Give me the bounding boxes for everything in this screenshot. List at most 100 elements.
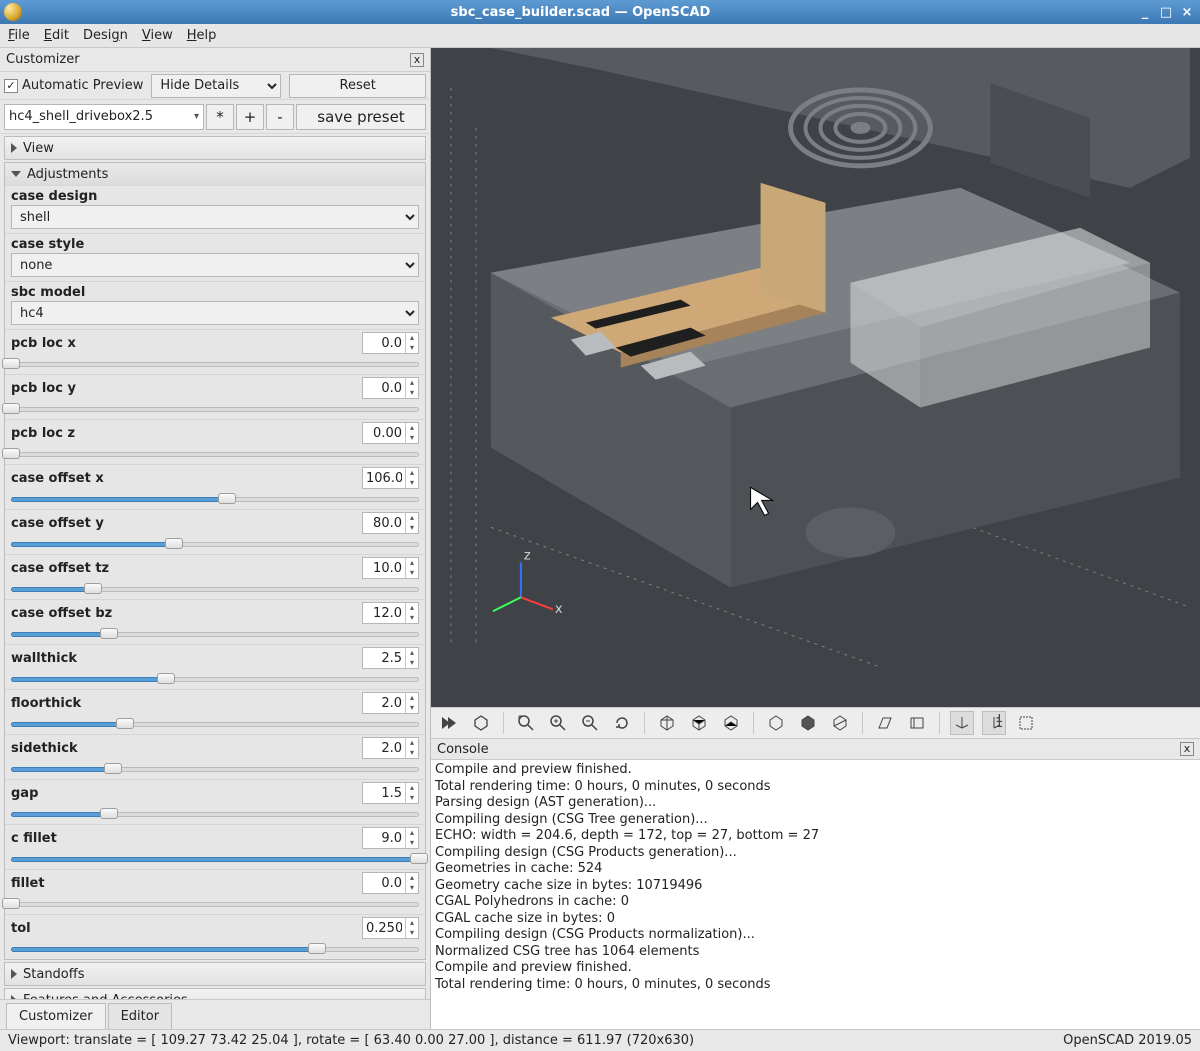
field-input-cfillet[interactable] bbox=[363, 828, 405, 848]
spin-up-icon[interactable]: ▴ bbox=[406, 423, 418, 433]
field-spinner-case_off_y[interactable]: ▴▾ bbox=[362, 512, 419, 534]
field-slider-pcb_loc_y[interactable] bbox=[11, 401, 419, 417]
3d-viewport[interactable]: z x bbox=[431, 48, 1200, 707]
preset-select[interactable]: hc4_shell_drivebox2.5 ▾ bbox=[4, 104, 204, 130]
field-select-sbc_model[interactable]: hc4 bbox=[11, 301, 419, 325]
field-slider-cfillet[interactable] bbox=[11, 851, 419, 867]
window-minimize-button[interactable]: _ bbox=[1136, 3, 1154, 21]
view-top-icon[interactable] bbox=[687, 711, 711, 735]
spin-up-icon[interactable]: ▴ bbox=[406, 693, 418, 703]
zoom-in-icon[interactable] bbox=[546, 711, 570, 735]
view-back-icon[interactable] bbox=[828, 711, 852, 735]
field-input-tol[interactable] bbox=[363, 918, 405, 938]
menu-edit[interactable]: Edit bbox=[44, 28, 69, 43]
preset-remove-button[interactable]: - bbox=[266, 104, 294, 130]
spin-up-icon[interactable]: ▴ bbox=[406, 378, 418, 388]
spin-up-icon[interactable]: ▴ bbox=[406, 468, 418, 478]
field-spinner-fillet[interactable]: ▴▾ bbox=[362, 872, 419, 894]
field-select-case_style[interactable]: none bbox=[11, 253, 419, 277]
section-adjustments-header[interactable]: Adjustments bbox=[5, 163, 425, 185]
spin-down-icon[interactable]: ▾ bbox=[406, 793, 418, 803]
spin-up-icon[interactable]: ▴ bbox=[406, 513, 418, 523]
field-spinner-pcb_loc_z[interactable]: ▴▾ bbox=[362, 422, 419, 444]
spin-down-icon[interactable]: ▾ bbox=[406, 928, 418, 938]
field-input-sidethick[interactable] bbox=[363, 738, 405, 758]
preview-icon[interactable] bbox=[437, 711, 461, 735]
spin-down-icon[interactable]: ▾ bbox=[406, 658, 418, 668]
field-input-gap[interactable] bbox=[363, 783, 405, 803]
field-spinner-pcb_loc_y[interactable]: ▴▾ bbox=[362, 377, 419, 399]
view-right-icon[interactable] bbox=[655, 711, 679, 735]
window-maximize-button[interactable]: □ bbox=[1157, 3, 1175, 21]
spin-up-icon[interactable]: ▴ bbox=[406, 873, 418, 883]
field-slider-fillet[interactable] bbox=[11, 896, 419, 912]
spin-up-icon[interactable]: ▴ bbox=[406, 603, 418, 613]
field-slider-case_off_bz[interactable] bbox=[11, 626, 419, 642]
field-spinner-case_off_tz[interactable]: ▴▾ bbox=[362, 557, 419, 579]
spin-up-icon[interactable]: ▴ bbox=[406, 918, 418, 928]
spin-down-icon[interactable]: ▾ bbox=[406, 478, 418, 488]
field-input-pcb_loc_z[interactable] bbox=[363, 423, 405, 443]
console-output[interactable]: Compile and preview finished.Total rende… bbox=[431, 759, 1200, 1029]
spin-up-icon[interactable]: ▴ bbox=[406, 738, 418, 748]
section-standoffs-header[interactable]: Standoffs bbox=[5, 963, 425, 985]
field-slider-pcb_loc_z[interactable] bbox=[11, 446, 419, 462]
section-view-header[interactable]: View bbox=[5, 137, 425, 159]
view-bottom-icon[interactable] bbox=[719, 711, 743, 735]
spin-up-icon[interactable]: ▴ bbox=[406, 648, 418, 658]
spin-down-icon[interactable]: ▾ bbox=[406, 388, 418, 398]
preset-add-button[interactable]: + bbox=[236, 104, 264, 130]
field-spinner-pcb_loc_x[interactable]: ▴▾ bbox=[362, 332, 419, 354]
field-spinner-floorthick[interactable]: ▴▾ bbox=[362, 692, 419, 714]
spin-up-icon[interactable]: ▴ bbox=[406, 828, 418, 838]
spin-down-icon[interactable]: ▾ bbox=[406, 568, 418, 578]
spin-down-icon[interactable]: ▾ bbox=[406, 343, 418, 353]
save-preset-button[interactable]: save preset bbox=[296, 104, 426, 130]
field-input-case_off_x[interactable] bbox=[363, 468, 405, 488]
field-slider-floorthick[interactable] bbox=[11, 716, 419, 732]
field-spinner-case_off_bz[interactable]: ▴▾ bbox=[362, 602, 419, 624]
tab-editor[interactable]: Editor bbox=[108, 1003, 172, 1029]
field-input-case_off_bz[interactable] bbox=[363, 603, 405, 623]
field-slider-tol[interactable] bbox=[11, 941, 419, 957]
tab-customizer[interactable]: Customizer bbox=[6, 1003, 106, 1029]
auto-preview-checkbox[interactable]: ✓ bbox=[4, 79, 18, 93]
spin-down-icon[interactable]: ▾ bbox=[406, 883, 418, 893]
field-input-pcb_loc_y[interactable] bbox=[363, 378, 405, 398]
view-front-icon[interactable] bbox=[796, 711, 820, 735]
field-input-pcb_loc_x[interactable] bbox=[363, 333, 405, 353]
field-spinner-cfillet[interactable]: ▴▾ bbox=[362, 827, 419, 849]
reset-view-icon[interactable] bbox=[610, 711, 634, 735]
spin-down-icon[interactable]: ▾ bbox=[406, 748, 418, 758]
field-slider-wallthick[interactable] bbox=[11, 671, 419, 687]
menu-help[interactable]: Help bbox=[187, 28, 217, 43]
field-input-fillet[interactable] bbox=[363, 873, 405, 893]
field-slider-pcb_loc_x[interactable] bbox=[11, 356, 419, 372]
field-spinner-tol[interactable]: ▴▾ bbox=[362, 917, 419, 939]
field-slider-case_off_tz[interactable] bbox=[11, 581, 419, 597]
show-scale-icon[interactable]: 110 bbox=[982, 711, 1006, 735]
show-axes-icon[interactable] bbox=[950, 711, 974, 735]
zoom-out-icon[interactable] bbox=[578, 711, 602, 735]
orthographic-icon[interactable] bbox=[905, 711, 929, 735]
spin-down-icon[interactable]: ▾ bbox=[406, 703, 418, 713]
details-select[interactable]: Hide Details bbox=[151, 74, 281, 98]
field-slider-gap[interactable] bbox=[11, 806, 419, 822]
customizer-close-button[interactable]: x bbox=[410, 53, 424, 67]
spin-up-icon[interactable]: ▴ bbox=[406, 558, 418, 568]
field-spinner-wallthick[interactable]: ▴▾ bbox=[362, 647, 419, 669]
field-spinner-gap[interactable]: ▴▾ bbox=[362, 782, 419, 804]
reset-button[interactable]: Reset bbox=[289, 74, 426, 98]
field-input-wallthick[interactable] bbox=[363, 648, 405, 668]
window-close-button[interactable]: × bbox=[1178, 3, 1196, 21]
spin-down-icon[interactable]: ▾ bbox=[406, 838, 418, 848]
field-slider-case_off_x[interactable] bbox=[11, 491, 419, 507]
field-input-case_off_y[interactable] bbox=[363, 513, 405, 533]
field-slider-sidethick[interactable] bbox=[11, 761, 419, 777]
spin-up-icon[interactable]: ▴ bbox=[406, 783, 418, 793]
spin-down-icon[interactable]: ▾ bbox=[406, 613, 418, 623]
show-crosshair-icon[interactable] bbox=[1014, 711, 1038, 735]
spin-down-icon[interactable]: ▾ bbox=[406, 523, 418, 533]
zoom-fit-icon[interactable] bbox=[514, 711, 538, 735]
menu-design[interactable]: Design bbox=[83, 28, 128, 43]
